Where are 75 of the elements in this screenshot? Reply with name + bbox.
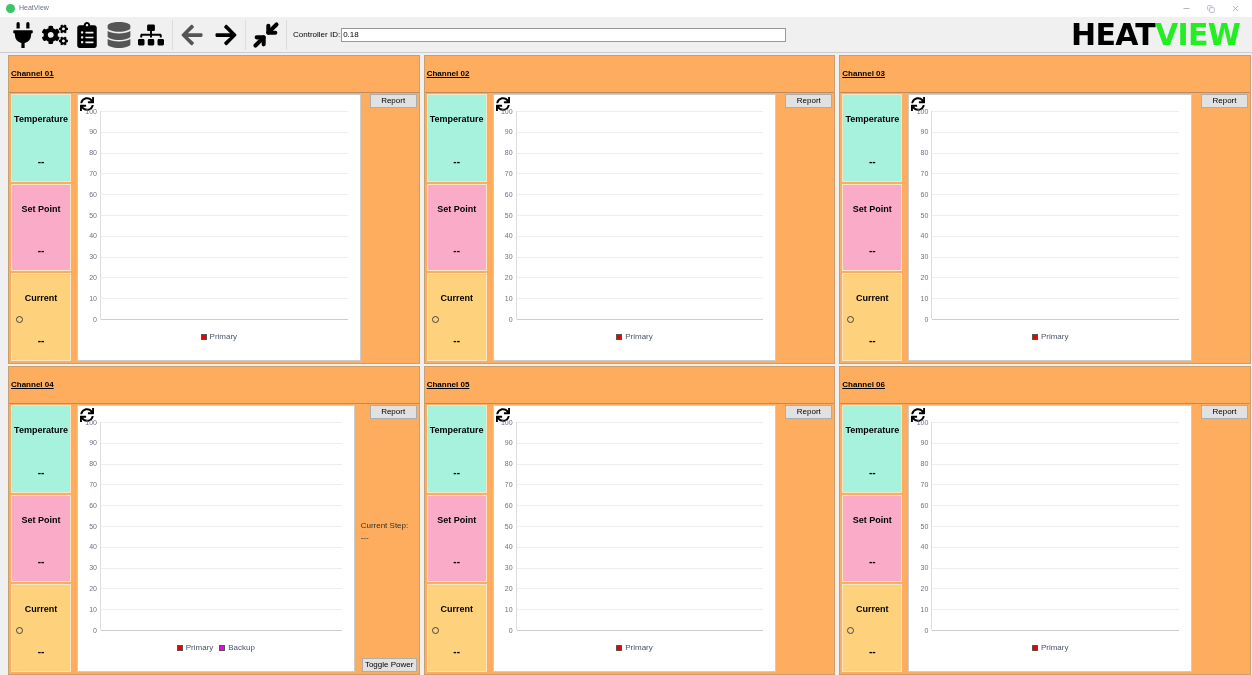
tile-value: --	[869, 154, 876, 169]
tile-label: Current	[440, 603, 473, 617]
report-button[interactable]: Report	[785, 405, 833, 419]
tile-label: Current	[856, 603, 889, 617]
channel-title: Channel 05	[426, 379, 470, 391]
tile-value: --	[869, 465, 876, 480]
channel-title: Channel 02	[426, 68, 470, 80]
tile-value: --	[37, 645, 45, 659]
tile-label: Temperature	[429, 424, 484, 437]
tile-label: Current	[856, 292, 889, 306]
channel-title: Channel 06	[842, 379, 885, 391]
legend-label: Primary	[625, 642, 653, 654]
tile-label: Set Point	[21, 513, 61, 527]
collapse-icon[interactable]	[252, 20, 280, 49]
channel-title: Channel 01	[11, 68, 54, 80]
refresh-icon[interactable]	[80, 97, 94, 111]
tile-value: --	[869, 334, 876, 348]
controller-id-field[interactable]: 0.18	[341, 27, 787, 42]
report-button[interactable]: Report	[785, 94, 833, 108]
tile-value: --	[37, 555, 45, 570]
tile-value: --	[453, 244, 460, 259]
tile-value: --	[869, 645, 876, 659]
logo-word: VIEW	[1155, 19, 1240, 50]
back-arrow-icon[interactable]	[179, 22, 205, 47]
plug-icon[interactable]	[10, 21, 36, 48]
tile-label: Set Point	[437, 513, 477, 527]
tile-value: --	[37, 334, 45, 348]
tile-label: Temperature	[14, 113, 68, 126]
tile-value: --	[453, 465, 460, 480]
tile-label: Set Point	[21, 202, 61, 216]
tile-label: Current	[24, 603, 58, 617]
tile-label: Temperature	[845, 113, 900, 126]
tile-label: Temperature	[845, 424, 900, 437]
current-step-value: ---	[360, 531, 370, 544]
refresh-icon[interactable]	[495, 408, 510, 422]
tile-label: Set Point	[852, 202, 892, 216]
refresh-icon[interactable]	[911, 97, 926, 111]
refresh-icon[interactable]	[495, 97, 510, 111]
legend-label: Primary	[1040, 642, 1069, 654]
tile-value: --	[453, 154, 460, 169]
app-icon	[6, 4, 15, 13]
tile-label: Temperature	[429, 113, 484, 126]
controller-id-label: Controller ID:	[293, 28, 341, 41]
database-icon[interactable]	[106, 21, 132, 48]
tile-value: --	[453, 555, 460, 570]
current-step-label: Current Step:	[360, 519, 410, 532]
tile-value: --	[453, 334, 460, 348]
toggle-power-button[interactable]: Toggle Power	[361, 658, 417, 672]
report-button[interactable]: Report	[369, 405, 417, 419]
report-button[interactable]: Report	[369, 94, 417, 108]
logo-word: HEAT	[1071, 19, 1156, 50]
tile-label: Set Point	[437, 202, 477, 216]
tile-label: Set Point	[852, 513, 892, 527]
tile-label: Current	[24, 292, 58, 306]
channel-title: Channel 04	[11, 379, 54, 391]
tile-value: --	[37, 154, 45, 169]
tile-value: --	[869, 555, 876, 570]
tile-value: --	[869, 244, 876, 259]
refresh-icon[interactable]	[80, 408, 94, 422]
tile-label: Current	[440, 292, 473, 306]
report-button[interactable]: Report	[1201, 94, 1248, 108]
tile-label: Temperature	[14, 424, 68, 437]
tile-value: --	[453, 645, 460, 659]
tile-value: --	[37, 244, 45, 259]
legend-label: Primary	[625, 331, 653, 343]
legend-label: Backup	[228, 642, 255, 654]
legend-label: Primary	[209, 331, 238, 343]
tile-value: --	[37, 465, 45, 480]
legend-label: Primary	[185, 642, 214, 654]
legend-label: Primary	[1040, 331, 1069, 343]
refresh-icon[interactable]	[911, 408, 926, 422]
forward-arrow-icon[interactable]	[213, 22, 239, 47]
clipboard-icon[interactable]	[74, 21, 100, 48]
report-button[interactable]: Report	[1201, 405, 1248, 419]
channel-title: Channel 03	[842, 68, 885, 80]
